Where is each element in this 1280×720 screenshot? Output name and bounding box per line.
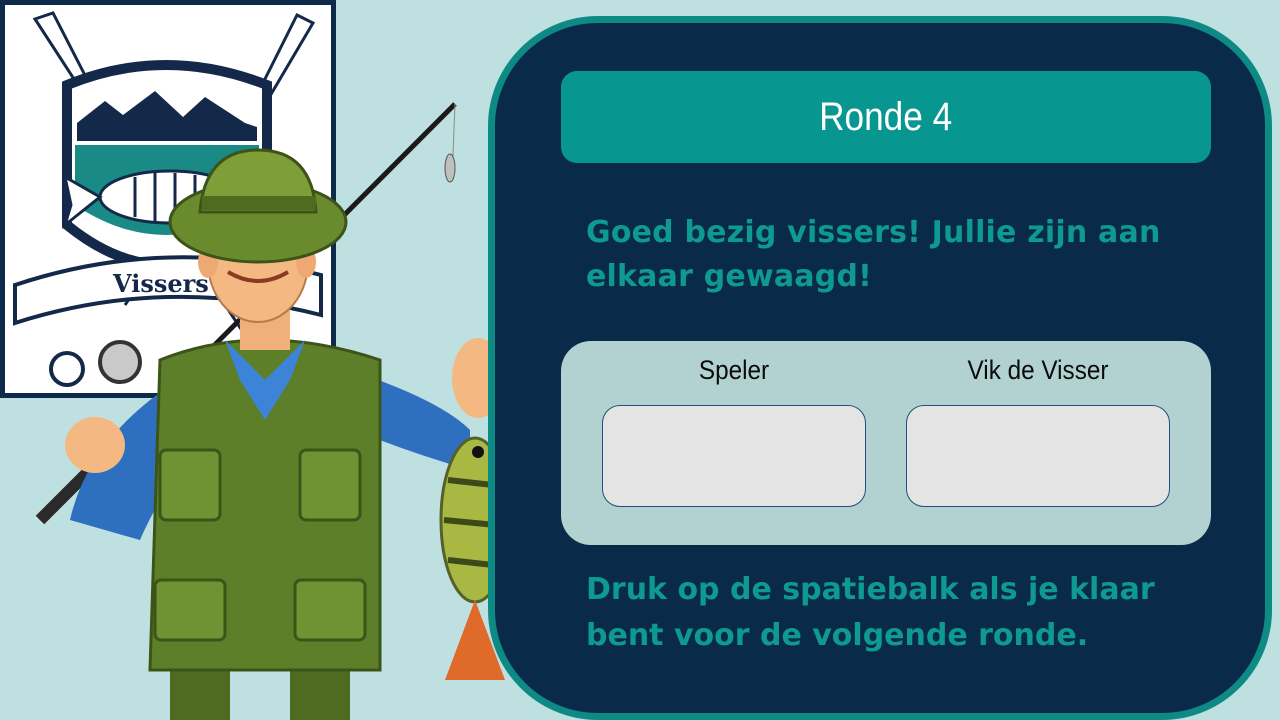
player1-score-field xyxy=(602,405,866,507)
round-title: Ronde 4 xyxy=(819,94,953,139)
player2-label: Vik de Visser xyxy=(967,355,1109,385)
score-board: Speler Vik de Visser xyxy=(561,341,1211,545)
fisherman-illustration xyxy=(35,102,540,720)
player2-score-field xyxy=(906,405,1170,507)
round-panel: Ronde 4 Goed bezig vissers! Jullie zijn … xyxy=(488,16,1272,720)
continue-instruction: Druk op de spatiebalk als je klaar bent … xyxy=(586,572,1155,653)
round-header: Ronde 4 xyxy=(561,71,1211,163)
player1-label: Speler xyxy=(698,355,770,385)
status-message: Goed bezig vissers! Jullie zijn aan elka… xyxy=(586,215,1161,294)
